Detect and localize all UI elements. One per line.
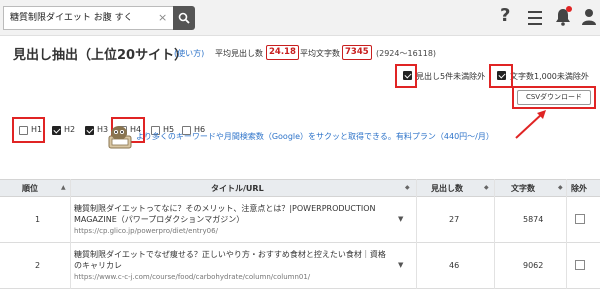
notification-dot: [566, 6, 572, 12]
column-header-exclude[interactable]: 除外: [571, 183, 587, 194]
search-input[interactable]: 糖質制限ダイエット お腹 すく: [3, 6, 173, 30]
title-cell[interactable]: 糖質制限ダイエットでなぜ痩せる？正しいやり方・おすすめ食材と控えたい食材｜資格の…: [74, 249, 386, 271]
exclude-headings-label: 見出し5件未満除外: [416, 72, 486, 81]
column-divider: [566, 179, 567, 289]
rank-cell: 1: [35, 215, 41, 224]
highlight-box: [12, 117, 45, 143]
promo-link[interactable]: より多くのキーワードや月間検索数（Google）をサクッと取得できる。有料プラン…: [136, 131, 494, 142]
usage-link[interactable]: (使い方): [174, 48, 204, 59]
avg-chars-value: 7345: [342, 45, 372, 60]
chars-range: (2924〜16118): [376, 49, 437, 58]
table-row: 2 糖質制限ダイエットでなぜ痩せる？正しいやり方・おすすめ食材と控えたい食材｜資…: [0, 243, 600, 289]
sort-icon[interactable]: ◆: [484, 184, 489, 191]
column-header-chars[interactable]: 文字数: [511, 183, 535, 194]
chars-count-cell: 5874: [523, 215, 544, 224]
avg-chars-label: 平均文字数: [300, 49, 340, 58]
highlight-box: [395, 64, 417, 88]
help-icon[interactable]: ?: [500, 5, 510, 26]
column-header-headings[interactable]: 見出し数: [431, 183, 463, 194]
h2-label: H2: [64, 125, 76, 134]
user-icon[interactable]: [581, 8, 597, 26]
search-button[interactable]: [173, 6, 195, 30]
column-divider: [494, 179, 495, 289]
top-bar: 糖質制限ダイエット お腹 すく × ?: [0, 0, 600, 36]
avg-headings-value: 24.18: [266, 45, 299, 60]
h3-checkbox[interactable]: [85, 126, 94, 135]
h2-checkbox[interactable]: [52, 126, 61, 135]
highlight-box: [489, 64, 513, 88]
column-divider: [416, 179, 417, 289]
url-cell[interactable]: https://cp.glico.jp/powerpro/diet/entry0…: [74, 227, 218, 235]
sort-icon[interactable]: ◆: [405, 184, 410, 191]
clear-search-icon[interactable]: ×: [158, 10, 167, 26]
page-title: 見出し抽出（上位20サイト）: [13, 48, 188, 63]
column-header-title-url[interactable]: タイトル/URL: [211, 183, 264, 194]
title-cell[interactable]: 糖質制限ダイエットってなに？そのメリット、注意点とは？|POWERPRODUCT…: [74, 203, 386, 225]
exclude-checkbox[interactable]: [575, 260, 585, 270]
headings-count-cell: 46: [449, 261, 460, 270]
chevron-down-icon[interactable]: ▼: [398, 215, 403, 223]
column-divider: [70, 179, 71, 289]
chevron-down-icon[interactable]: ▼: [398, 261, 403, 269]
menu-icon[interactable]: [528, 11, 542, 29]
sort-icon[interactable]: ◆: [558, 184, 563, 191]
exclude-chars-label: 文字数1,000未満除外: [510, 72, 589, 81]
red-arrow-icon: [515, 110, 546, 139]
column-header-rank[interactable]: 順位: [22, 183, 38, 194]
chars-count-cell: 9062: [523, 261, 544, 270]
headings-count-cell: 27: [449, 215, 460, 224]
rank-cell: 2: [35, 261, 41, 270]
sort-up-icon[interactable]: ▲: [61, 184, 66, 191]
exclude-checkbox[interactable]: [575, 214, 585, 224]
search-icon: [178, 12, 190, 24]
table-row: 1 糖質制限ダイエットってなに？そのメリット、注意点とは？|POWERPRODU…: [0, 197, 600, 243]
table-header: 順位 ▲ タイトル/URL ◆ 見出し数 ◆ 文字数 ◆ 除外: [0, 179, 600, 197]
url-cell[interactable]: https://www.c-c-j.com/course/food/carboh…: [74, 273, 310, 281]
highlight-box: [512, 86, 596, 109]
avg-headings-label: 平均見出し数: [215, 49, 263, 58]
mascot-icon: [108, 126, 132, 149]
